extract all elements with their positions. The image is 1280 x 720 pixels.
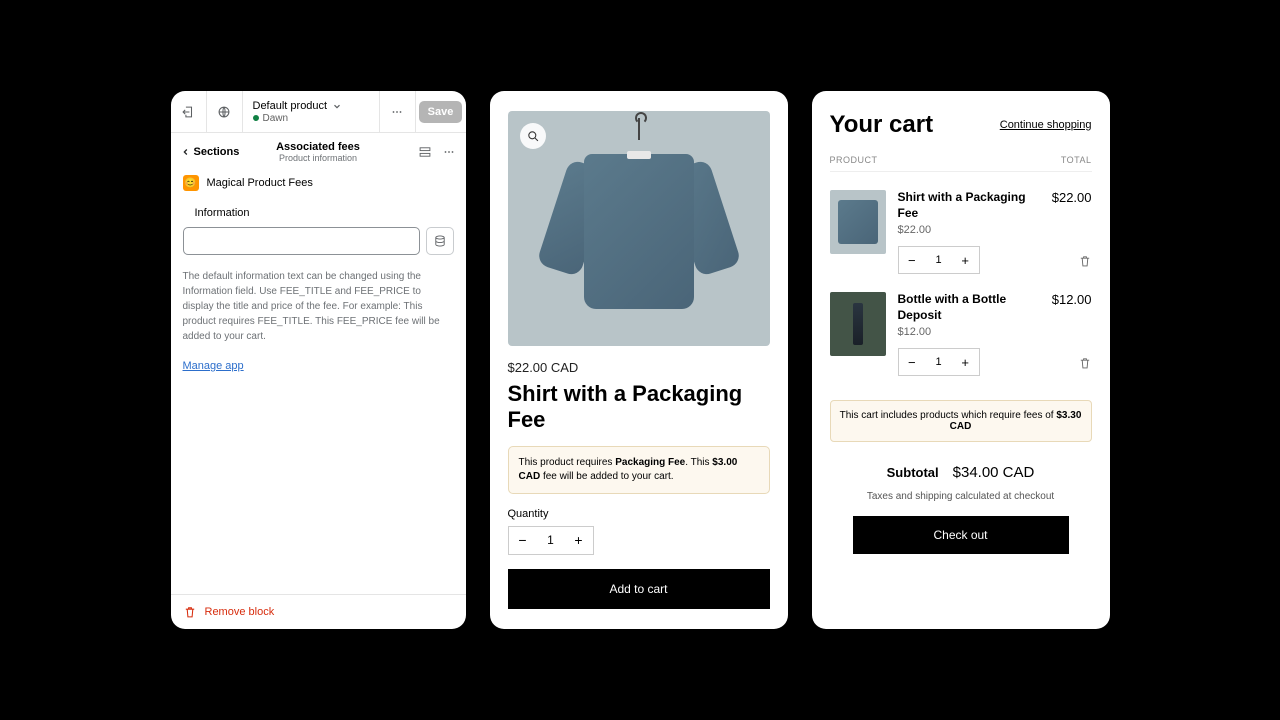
qty-decrease-button[interactable]: −	[509, 532, 537, 548]
theme-editor-panel: Default product Dawn Save Sections Assoc…	[171, 91, 466, 629]
remove-item-button[interactable]	[1078, 254, 1092, 268]
cart-item-name: Bottle with a Bottle Deposit	[898, 292, 1040, 323]
cart-columns: PRODUCT TOTAL	[830, 155, 1092, 172]
subtotal-row: Subtotal $34.00 CAD	[830, 464, 1092, 481]
help-text: The default information text can be chan…	[183, 269, 454, 344]
cart-item: Bottle with a Bottle Deposit $12.00 − 1 …	[830, 292, 1092, 376]
dynamic-source-button[interactable]	[426, 227, 454, 255]
sections-header: Sections Associated fees Product informa…	[171, 133, 466, 171]
fee-notice: This product requires Packaging Fee. Thi…	[508, 446, 770, 494]
cart-qty-stepper: − 1 +	[898, 246, 980, 274]
exit-icon	[181, 105, 195, 119]
cart-item-thumb	[830, 190, 886, 254]
product-image	[508, 111, 770, 346]
cart-item: Shirt with a Packaging Fee $22.00 − 1 + …	[830, 190, 1092, 274]
cart-panel: Your cart Continue shopping PRODUCT TOTA…	[812, 91, 1110, 629]
editor-topbar: Default product Dawn Save	[171, 91, 466, 133]
database-icon	[433, 234, 447, 248]
checkout-button[interactable]: Check out	[853, 516, 1069, 554]
app-block-row[interactable]: 😊 Magical Product Fees	[171, 171, 466, 195]
manage-app-link[interactable]: Manage app	[183, 360, 244, 372]
shirt-illustration	[544, 128, 734, 328]
quantity-label: Quantity	[508, 508, 770, 520]
globe-icon	[217, 105, 231, 119]
product-preview-panel: $22.00 CAD Shirt with a Packaging Fee Th…	[490, 91, 788, 629]
tax-note: Taxes and shipping calculated at checkou…	[830, 491, 1092, 502]
product-price: $22.00 CAD	[508, 360, 770, 375]
product-title: Shirt with a Packaging Fee	[508, 381, 770, 434]
back-to-sections[interactable]: Sections	[181, 146, 250, 158]
theme-indicator: Dawn	[253, 113, 289, 124]
cart-qty-increase[interactable]: +	[952, 355, 979, 370]
remove-block-button[interactable]: Remove block	[171, 594, 466, 629]
information-input[interactable]	[183, 227, 420, 255]
trash-icon	[183, 605, 197, 619]
cart-item-price: $12.00	[898, 326, 1040, 338]
more-actions-button[interactable]	[380, 91, 416, 132]
chevron-left-icon	[181, 147, 191, 157]
chevron-down-icon	[332, 101, 342, 111]
cart-qty-increase[interactable]: +	[952, 253, 979, 268]
cart-fee-notice: This cart includes products which requir…	[830, 400, 1092, 442]
cart-item-name: Shirt with a Packaging Fee	[898, 190, 1040, 221]
qty-value: 1	[537, 533, 565, 547]
app-icon: 😊	[183, 175, 199, 191]
cart-qty-stepper: − 1 +	[898, 348, 980, 376]
quantity-stepper: − 1 +	[508, 526, 594, 555]
product-label: Default product	[253, 100, 328, 112]
cart-qty-decrease[interactable]: −	[899, 253, 926, 268]
block-subtitle: Product information	[249, 153, 387, 163]
cart-item-thumb	[830, 292, 886, 356]
remove-item-button[interactable]	[1078, 356, 1092, 370]
preview-button[interactable]	[207, 91, 243, 132]
zoom-button[interactable]	[520, 123, 546, 149]
layout-icon[interactable]	[418, 145, 432, 159]
cart-item-price: $22.00	[898, 224, 1040, 236]
add-to-cart-button[interactable]: Add to cart	[508, 569, 770, 609]
exit-button[interactable]	[171, 91, 207, 132]
continue-shopping-link[interactable]: Continue shopping	[1000, 119, 1092, 131]
dots-icon	[390, 105, 404, 119]
product-selector[interactable]: Default product Dawn	[243, 91, 380, 132]
info-heading: Information	[183, 195, 454, 219]
magnify-icon	[526, 129, 540, 143]
block-more-icon[interactable]	[442, 145, 456, 159]
qty-increase-button[interactable]: +	[565, 532, 593, 548]
save-button[interactable]: Save	[419, 101, 463, 123]
cart-heading: Your cart	[830, 111, 934, 139]
cart-qty-decrease[interactable]: −	[899, 355, 926, 370]
block-title: Associated fees	[249, 141, 387, 153]
